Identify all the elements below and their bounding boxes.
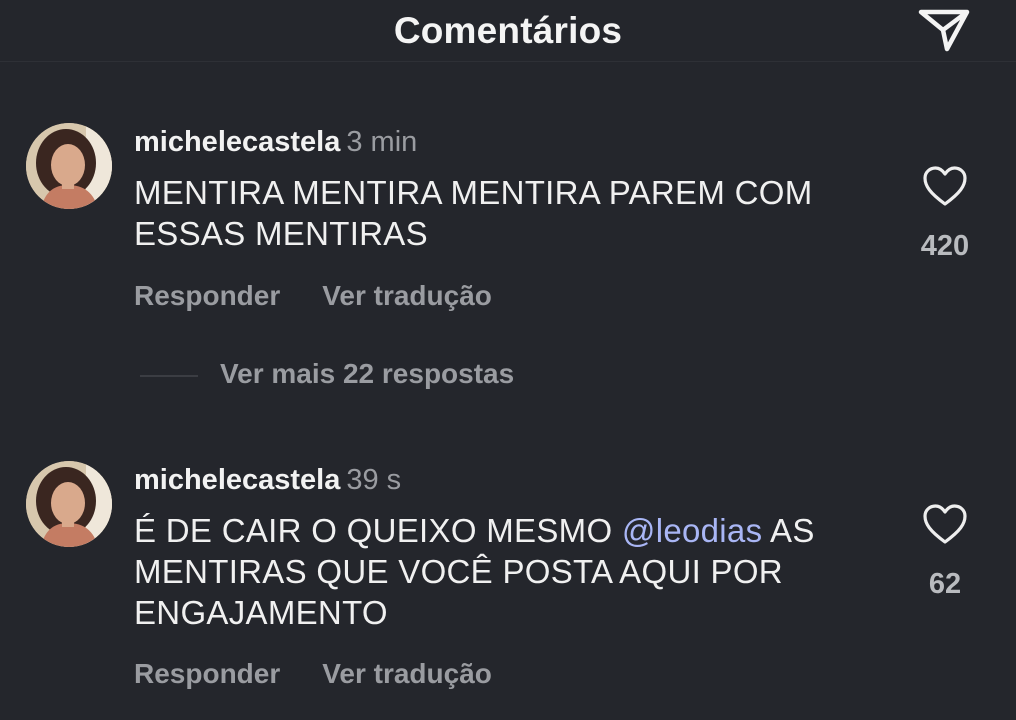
comment-actions: Responder Ver tradução bbox=[134, 280, 492, 312]
comment-meta: michelecastela 39 s bbox=[134, 464, 401, 497]
comment-time: 39 s bbox=[346, 464, 402, 496]
heart-icon[interactable] bbox=[921, 164, 969, 208]
username[interactable]: michelecastela bbox=[134, 464, 340, 496]
reply-button[interactable]: Responder bbox=[134, 280, 280, 311]
comment-meta: michelecastela 3 min bbox=[134, 126, 417, 159]
profile-photo-icon bbox=[26, 461, 112, 547]
replies-divider bbox=[140, 375, 198, 377]
heart-icon[interactable] bbox=[921, 502, 969, 546]
send-icon[interactable] bbox=[916, 4, 972, 56]
profile-photo-icon bbox=[26, 123, 112, 209]
comment-text: É DE CAIR O QUEIXO MESMO @leodias AS MEN… bbox=[134, 510, 894, 633]
more-replies-label: Ver mais 22 respostas bbox=[220, 358, 515, 389]
avatar[interactable] bbox=[26, 461, 112, 547]
avatar[interactable] bbox=[26, 123, 112, 209]
translate-button[interactable]: Ver tradução bbox=[322, 658, 492, 689]
comment-text: MENTIRA MENTIRA MENTIRA PAREM COM ESSAS … bbox=[134, 174, 813, 252]
page-title: Comentários bbox=[393, 10, 623, 51]
comments-header: Comentários bbox=[0, 0, 1016, 62]
translate-button[interactable]: Ver tradução bbox=[322, 280, 492, 311]
like-count: 420 bbox=[920, 230, 970, 262]
comment-item: michelecastela 39 s É DE CAIR O QUEIXO ME… bbox=[0, 458, 1016, 708]
comment-text-part: É DE CAIR O QUEIXO MESMO bbox=[134, 512, 622, 549]
mention-link[interactable]: @leodias bbox=[622, 512, 762, 549]
comment-actions: Responder Ver tradução bbox=[134, 658, 492, 690]
comments-screen: Comentários michelecastela 3 min MENTIRA … bbox=[0, 0, 1016, 720]
like-count: 62 bbox=[928, 568, 962, 600]
reply-button[interactable]: Responder bbox=[134, 658, 280, 689]
username[interactable]: michelecastela bbox=[134, 126, 340, 158]
comment-item: michelecastela 3 min MENTIRA MENTIRA MENT… bbox=[0, 120, 1016, 320]
comment-time: 3 min bbox=[346, 126, 418, 158]
